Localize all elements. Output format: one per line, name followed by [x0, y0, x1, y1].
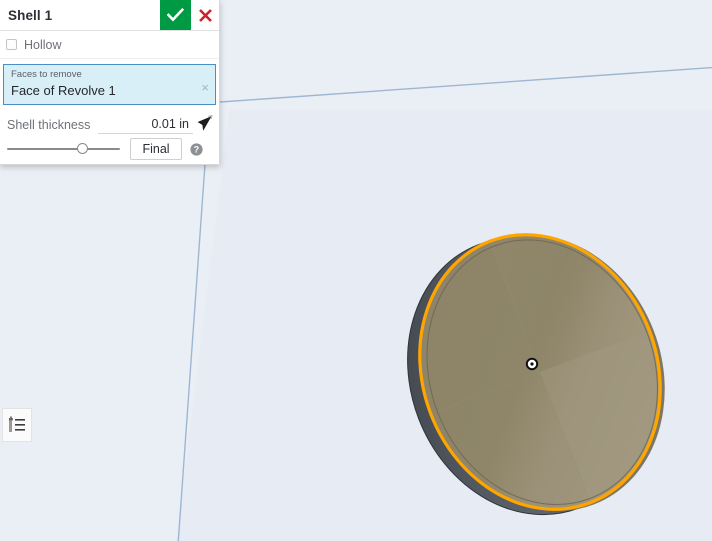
dialog-title: Shell 1 — [8, 7, 53, 23]
shell-feature-dialog: Shell 1 Hollow Faces to remove Face of R… — [0, 0, 220, 165]
faces-to-remove-value: Face of Revolve 1 — [11, 83, 116, 98]
shell-thickness-input[interactable]: 0.01 in — [98, 117, 193, 134]
help-icon[interactable]: ? — [190, 142, 203, 156]
cancel-button[interactable] — [191, 0, 219, 30]
faces-to-remove-field[interactable]: Faces to remove Face of Revolve 1 × — [3, 64, 216, 105]
origin-point-marker — [525, 357, 539, 371]
thickness-slider[interactable] — [7, 142, 120, 156]
revolved-disc-model[interactable] — [395, 222, 685, 517]
clear-selection-icon[interactable]: × — [201, 81, 209, 94]
slider-thumb[interactable] — [77, 143, 88, 154]
cad-application-window: Shell 1 Hollow Faces to remove Face of R… — [0, 0, 712, 541]
shell-thickness-row: Shell thickness 0.01 in — [0, 109, 219, 134]
hollow-option-row[interactable]: Hollow — [0, 31, 219, 59]
hollow-label: Hollow — [24, 37, 62, 52]
feature-list-icon — [9, 416, 25, 432]
slider-track — [7, 148, 120, 150]
shell-thickness-slider-row: Final ? — [0, 134, 219, 164]
accept-button[interactable] — [160, 0, 191, 30]
arrow-pick-icon[interactable] — [195, 114, 215, 134]
shell-thickness-label: Shell thickness — [7, 118, 91, 132]
svg-text:?: ? — [194, 144, 199, 154]
dialog-header: Shell 1 — [0, 0, 219, 31]
hollow-checkbox[interactable] — [6, 39, 17, 50]
faces-to-remove-caption: Faces to remove — [11, 69, 82, 80]
final-button[interactable]: Final — [130, 138, 182, 160]
checkmark-icon — [167, 8, 184, 22]
close-x-icon — [198, 8, 212, 22]
feature-list-toggle-button[interactable] — [2, 408, 32, 442]
